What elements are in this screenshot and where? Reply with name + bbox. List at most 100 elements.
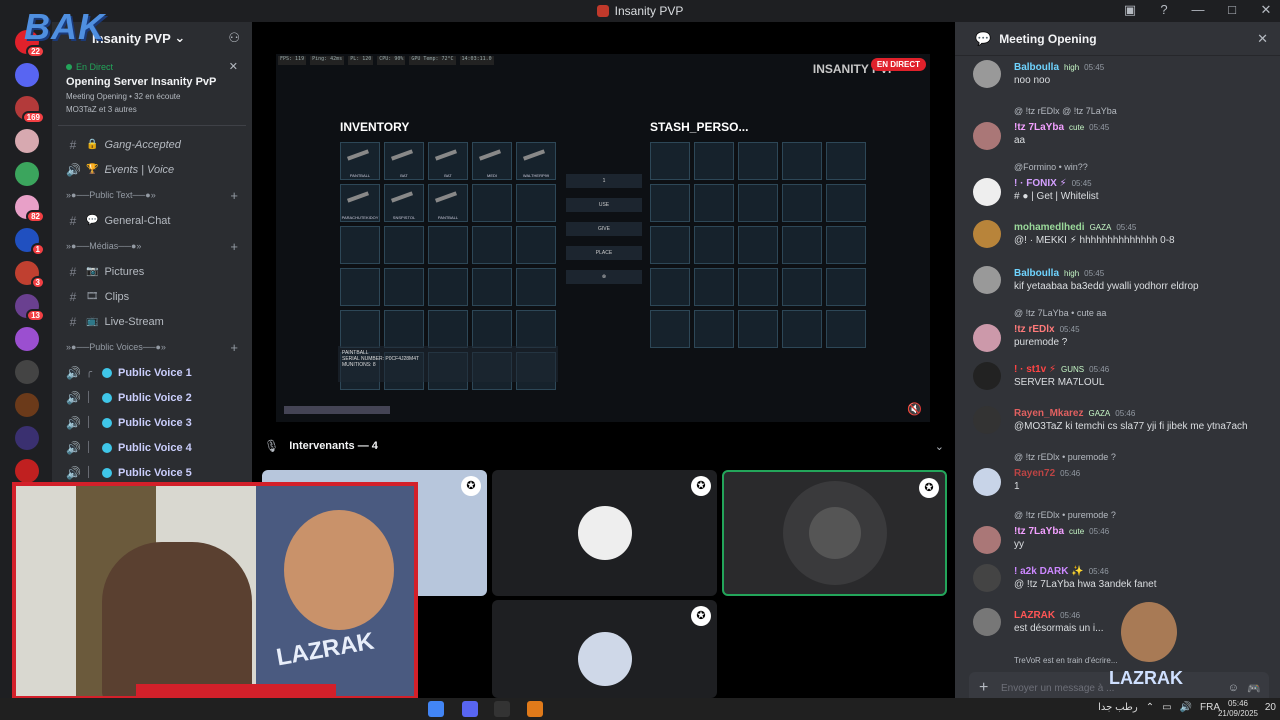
speakers-header[interactable]: 🎙 Intervenants — 4 ⌄ [264, 436, 944, 456]
avatar[interactable] [973, 266, 1001, 294]
reply-preview[interactable]: @ !tz rEDlx • puremode ? [1014, 452, 1269, 466]
inventory-slot[interactable] [384, 268, 424, 306]
avatar[interactable] [973, 220, 1001, 248]
inventory-slot[interactable]: SNSPISTOL [384, 184, 424, 222]
username[interactable]: Balboulla [1014, 62, 1059, 73]
stash-slot[interactable] [650, 310, 690, 348]
inventory-slot[interactable]: PANTBALL [428, 184, 468, 222]
avatar[interactable] [973, 406, 1001, 434]
context-menu-item[interactable]: PLACE [566, 246, 642, 260]
close-icon[interactable]: ✕ [1257, 31, 1268, 47]
category-public-voices[interactable]: »●──Public Voices──●» + [52, 334, 252, 360]
obs-icon[interactable] [494, 701, 510, 717]
category-public-text[interactable]: »●──Public Text──●» + [52, 182, 252, 208]
avatar[interactable] [973, 468, 1001, 496]
inventory-slot[interactable] [384, 310, 424, 348]
channel-public-voice-3[interactable]: 🔊 │ Public Voice 3 [52, 410, 252, 435]
add-channel-icon[interactable]: + [230, 188, 238, 203]
username[interactable]: ! · FONIX ⚡ [1014, 178, 1067, 189]
add-channel-icon[interactable]: + [230, 340, 238, 355]
username[interactable]: LAZRAK [1014, 610, 1055, 621]
avatar[interactable] [973, 564, 1001, 592]
server-icon[interactable] [15, 129, 39, 153]
stash-slot[interactable] [826, 184, 866, 222]
avatar[interactable] [973, 608, 1001, 636]
avatar[interactable] [973, 178, 1001, 206]
speaker-tile[interactable]: ✪ [492, 600, 717, 698]
inventory-slot[interactable] [472, 310, 512, 348]
avatar[interactable] [973, 60, 1001, 88]
stash-slot[interactable] [738, 184, 778, 222]
username[interactable]: !tz 7LaYba [1014, 122, 1064, 133]
battery-icon[interactable]: ▭ [1162, 702, 1171, 713]
stash-slot[interactable] [826, 142, 866, 180]
inventory-slot[interactable] [340, 226, 380, 264]
channel-live-stream[interactable]: # 📺 Live-Stream [52, 309, 252, 334]
username[interactable]: Rayen_Mkarez [1014, 408, 1083, 419]
channel-clips[interactable]: # 🎞 Clips [52, 284, 252, 309]
stash-slot[interactable] [738, 142, 778, 180]
close-icon[interactable]: ✕ [229, 60, 238, 73]
username[interactable]: Balboulla [1014, 268, 1059, 279]
inventory-slot[interactable]: WALTHERP99 [516, 142, 556, 180]
help-icon[interactable]: ? [1156, 2, 1172, 18]
channel-public-voice-1[interactable]: 🔊 ╭ Public Voice 1 [52, 360, 252, 385]
context-menu-item[interactable]: ⊗ [566, 270, 642, 284]
chrome-icon[interactable] [428, 701, 444, 717]
server-icon[interactable] [15, 393, 39, 417]
taskbar-clock[interactable]: 05:46 21/09/2025 [1218, 699, 1258, 719]
stash-slot[interactable] [782, 142, 822, 180]
category-medias[interactable]: »●──Médias──●» + [52, 233, 252, 259]
close-window-button[interactable]: ✕ [1258, 2, 1274, 18]
speaker-tile[interactable]: ✪ [492, 470, 717, 596]
activity-icon[interactable]: 🎮 [1247, 682, 1261, 695]
stash-slot[interactable] [650, 142, 690, 180]
reply-preview[interactable]: @ !tz rEDlx • puremode ? [1014, 510, 1269, 524]
notification-count[interactable]: 20 [1265, 702, 1276, 713]
reply-preview[interactable]: @Formino • win?? [1014, 162, 1269, 176]
inventory-slot[interactable] [472, 268, 512, 306]
server-icon[interactable]: 1 [15, 228, 45, 256]
context-menu-item[interactable]: USE [566, 198, 642, 212]
inventory-slot[interactable] [428, 268, 468, 306]
stash-slot[interactable] [694, 268, 734, 306]
stash-slot[interactable] [782, 184, 822, 222]
server-icon[interactable]: 3 [15, 261, 45, 289]
server-icon[interactable]: 169 [15, 96, 45, 124]
server-icon[interactable] [15, 426, 39, 450]
stash-slot[interactable] [782, 226, 822, 264]
username[interactable]: !tz 7LaYba [1014, 526, 1064, 537]
invite-icon[interactable]: ⚇ [228, 30, 240, 46]
inventory-slot[interactable] [516, 268, 556, 306]
server-icon[interactable] [15, 360, 39, 384]
chevron-down-icon[interactable]: ⌄ [935, 440, 944, 453]
add-attachment-icon[interactable]: + [979, 679, 988, 697]
stash-slot[interactable] [826, 226, 866, 264]
channel-general-chat[interactable]: # 💬 General-Chat [52, 208, 252, 233]
stash-slot[interactable] [826, 268, 866, 306]
mute-icon[interactable]: 🔇 [907, 402, 922, 416]
inventory-slot[interactable] [428, 310, 468, 348]
reply-preview[interactable]: @ !tz rEDlx @ !tz 7LaYba [1014, 106, 1269, 120]
server-icon[interactable] [15, 63, 39, 87]
minimize-button[interactable]: — [1190, 2, 1206, 18]
username[interactable]: ! · st1v ⚡ [1014, 364, 1056, 375]
inventory-slot[interactable] [516, 226, 556, 264]
channel-gang-accepted[interactable]: # 🔒 Gang-Accepted [52, 132, 252, 157]
server-icon[interactable] [15, 162, 39, 186]
stash-slot[interactable] [738, 310, 778, 348]
stash-slot[interactable] [650, 184, 690, 222]
avatar[interactable] [973, 324, 1001, 352]
inventory-slot[interactable] [340, 310, 380, 348]
inventory-slot[interactable] [384, 226, 424, 264]
inventory-slot[interactable] [516, 310, 556, 348]
live-event-card[interactable]: En Direct Opening Server Insanity PvP Me… [58, 58, 246, 126]
tray-chevron-icon[interactable]: ⌃ [1146, 702, 1154, 713]
channel-events-voice[interactable]: 🔊 🏆 Events | Voice [52, 157, 252, 182]
inventory-slot[interactable]: BAT [428, 142, 468, 180]
username[interactable]: mohamedlhedi [1014, 222, 1085, 233]
stash-slot[interactable] [694, 184, 734, 222]
emoji-icon[interactable]: ☺ [1228, 682, 1239, 694]
inventory-slot[interactable]: PANTBALL [340, 142, 380, 180]
avatar[interactable] [973, 362, 1001, 390]
